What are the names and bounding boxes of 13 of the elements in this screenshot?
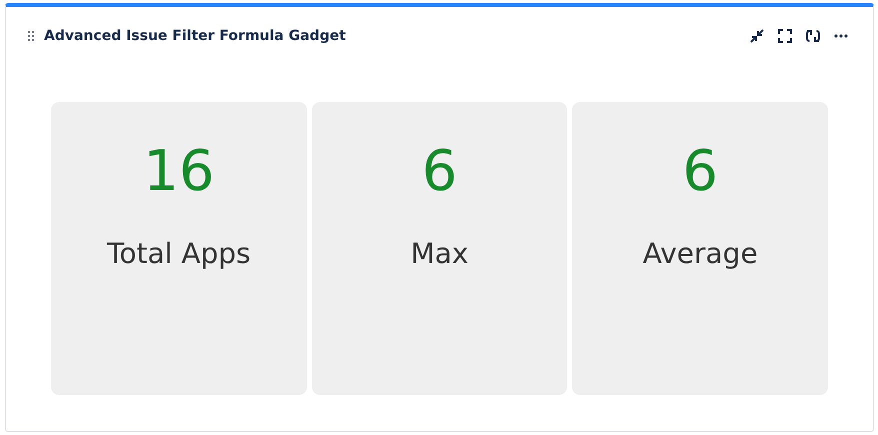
stat-label: Total Apps xyxy=(107,240,251,268)
collapse-icon xyxy=(749,28,765,44)
more-icon xyxy=(834,34,848,38)
stat-value: 6 xyxy=(422,144,458,200)
drag-handle-icon[interactable] xyxy=(28,31,34,41)
stat-label: Max xyxy=(410,240,468,268)
refresh-icon xyxy=(805,28,821,44)
stat-value: 16 xyxy=(143,144,214,200)
fullscreen-icon xyxy=(777,28,793,44)
gadget-title: Advanced Issue Filter Formula Gadget xyxy=(44,26,346,46)
stat-label: Average xyxy=(642,240,758,268)
fullscreen-button[interactable] xyxy=(775,26,795,46)
stat-value: 6 xyxy=(682,144,718,200)
